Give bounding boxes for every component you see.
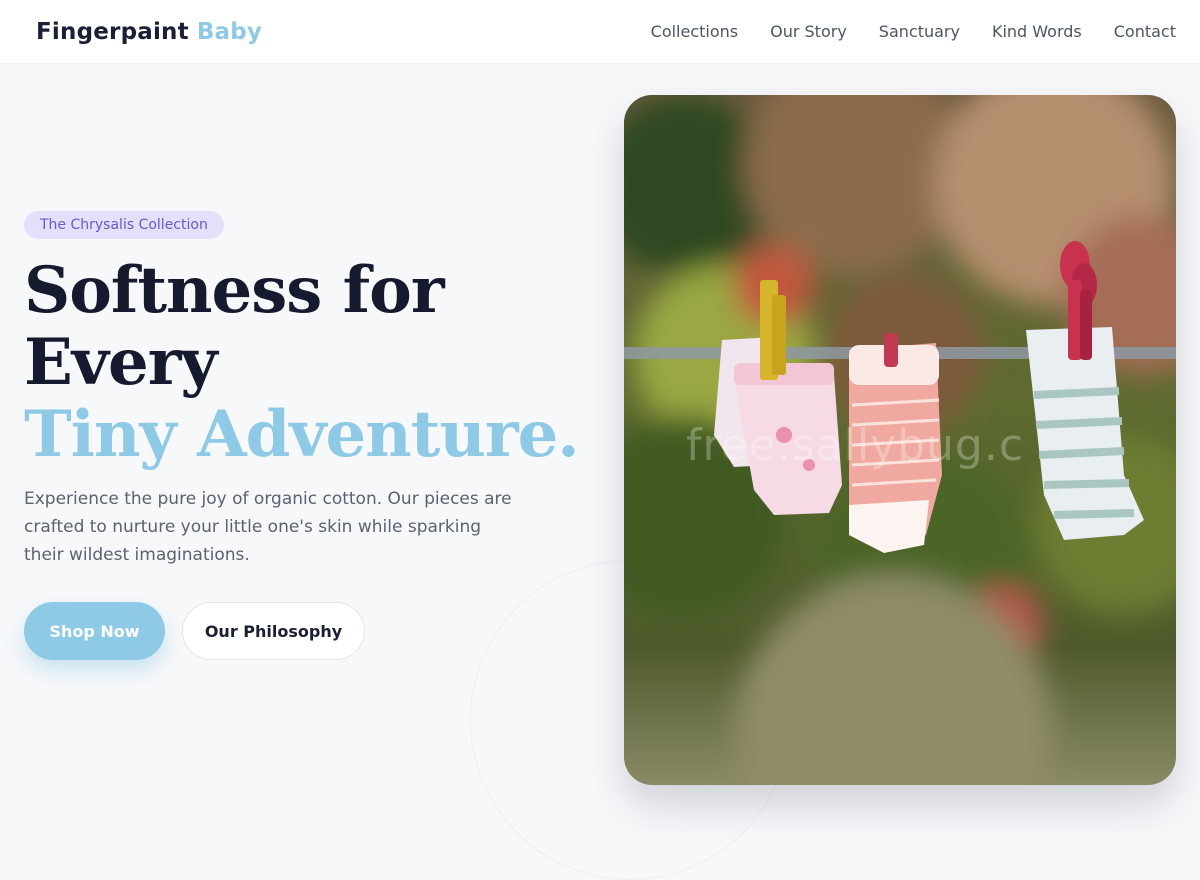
hero-description: Experience the pure joy of organic cotto… [24, 489, 512, 565]
nav-link-collections[interactable]: Collections [651, 22, 738, 41]
site-header: Fingerpaint Baby Collections Our Story Sa… [0, 0, 1200, 64]
brand-logo[interactable]: Fingerpaint Baby [36, 19, 262, 45]
nav-link-our-story[interactable]: Our Story [770, 22, 847, 41]
brand-name-accent: Baby [196, 18, 263, 45]
brand-name-primary: Fingerpaint [36, 18, 189, 45]
nav-link-sanctuary[interactable]: Sanctuary [879, 22, 960, 41]
hero-image-baby-socks: free.sallybug.c [624, 95, 1176, 785]
headline-accent: Tiny Adventure. [24, 397, 580, 472]
hero-headline: Softness for Every Tiny Adventure. [24, 255, 584, 471]
collection-badge: The Chrysalis Collection [24, 211, 224, 239]
shop-now-button[interactable]: Shop Now [24, 602, 165, 660]
hero-content: The Chrysalis Collection Softness for Ev… [24, 211, 584, 660]
hero-actions: Shop Now Our Philosophy [24, 602, 584, 660]
headline-line-1: Softness for [24, 253, 445, 328]
main-nav: Collections Our Story Sanctuary Kind Wor… [651, 22, 1176, 41]
headline-line-2: Every [24, 325, 218, 400]
nav-link-contact[interactable]: Contact [1114, 22, 1176, 41]
nav-link-kind-words[interactable]: Kind Words [992, 22, 1082, 41]
image-watermark: free.sallybug.c [686, 420, 1025, 471]
our-philosophy-button[interactable]: Our Philosophy [182, 602, 365, 660]
